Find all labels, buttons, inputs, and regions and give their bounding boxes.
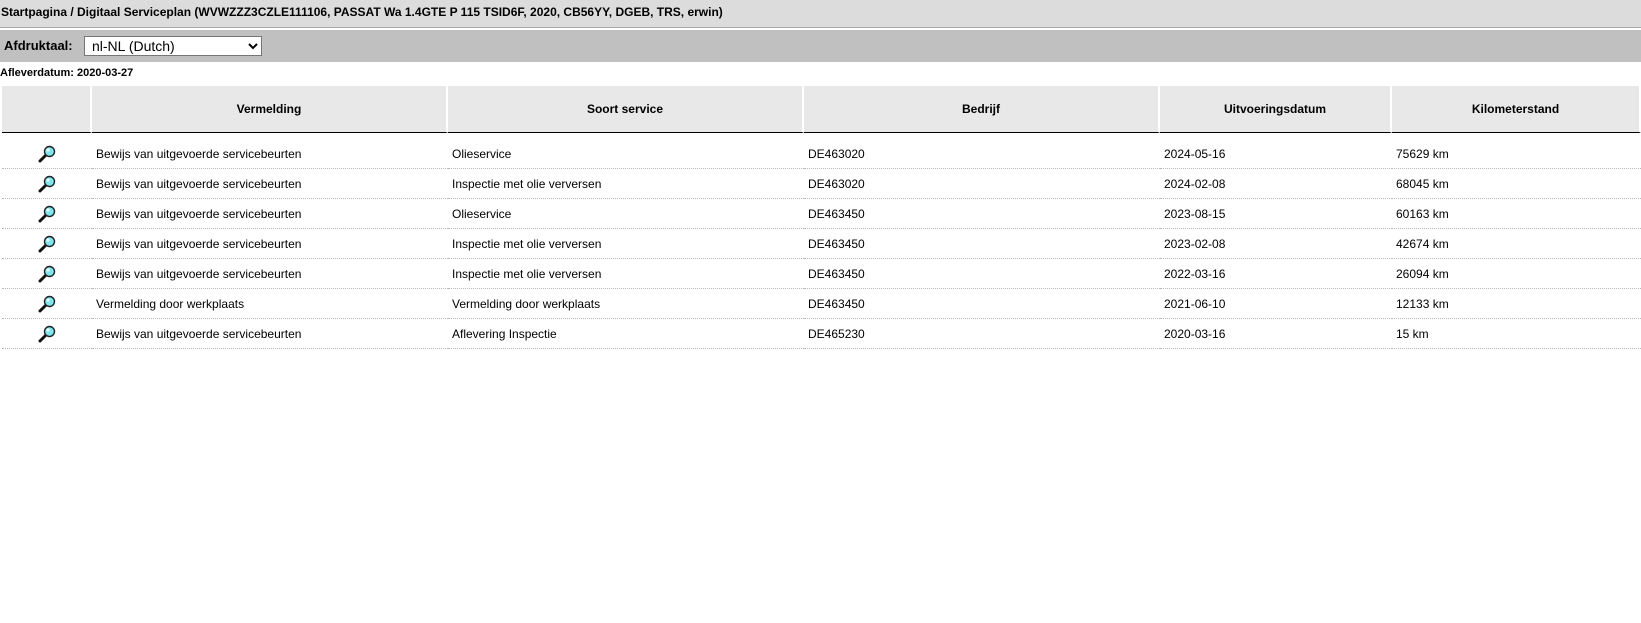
table-header-row: Vermelding Soort service Bedrijf Uitvoer… [2, 86, 1641, 133]
cell-soort-service: Inspectie met olie verversen [448, 169, 804, 199]
cell-bedrijf: DE465230 [804, 319, 1160, 349]
cell-uitvoeringsdatum: 2023-08-15 [1160, 199, 1392, 229]
row-view-cell [2, 169, 92, 199]
cell-bedrijf: DE463450 [804, 259, 1160, 289]
column-header-bedrijf[interactable]: Bedrijf [804, 86, 1160, 133]
cell-vermelding: Bewijs van uitgevoerde servicebeurten [92, 133, 448, 169]
magnifier-icon[interactable] [37, 265, 57, 286]
cell-vermelding: Bewijs van uitgevoerde servicebeurten [92, 319, 448, 349]
cell-kilometerstand: 26094 km [1392, 259, 1641, 289]
cell-soort-service: Inspectie met olie verversen [448, 259, 804, 289]
cell-kilometerstand: 12133 km [1392, 289, 1641, 319]
cell-kilometerstand: 15 km [1392, 319, 1641, 349]
magnifier-icon[interactable] [37, 175, 57, 196]
cell-vermelding: Bewijs van uitgevoerde servicebeurten [92, 259, 448, 289]
magnifier-icon[interactable] [37, 205, 57, 226]
cell-soort-service: Olieservice [448, 199, 804, 229]
cell-kilometerstand: 68045 km [1392, 169, 1641, 199]
cell-uitvoeringsdatum: 2024-05-16 [1160, 133, 1392, 169]
table-row[interactable]: Bewijs van uitgevoerde servicebeurten Oli… [2, 133, 1641, 169]
print-language-label: Afdruktaal: [4, 38, 73, 53]
service-history-table: Vermelding Soort service Bedrijf Uitvoer… [2, 86, 1641, 349]
breadcrumb[interactable]: Startpagina / Digitaal Serviceplan (WVWZ… [1, 5, 723, 19]
cell-bedrijf: DE463020 [804, 169, 1160, 199]
cell-soort-service: Inspectie met olie verversen [448, 229, 804, 259]
cell-bedrijf: DE463450 [804, 229, 1160, 259]
column-header-uitvoeringsdatum[interactable]: Uitvoeringsdatum [1160, 86, 1392, 133]
cell-uitvoeringsdatum: 2021-06-10 [1160, 289, 1392, 319]
row-view-cell [2, 229, 92, 259]
magnifier-icon[interactable] [37, 235, 57, 256]
cell-vermelding: Bewijs van uitgevoerde servicebeurten [92, 169, 448, 199]
cell-bedrijf: DE463450 [804, 289, 1160, 319]
table-row[interactable]: Bewijs van uitgevoerde servicebeurten Ins… [2, 169, 1641, 199]
cell-bedrijf: DE463450 [804, 199, 1160, 229]
cell-uitvoeringsdatum: 2023-02-08 [1160, 229, 1392, 259]
delivery-date: Afleverdatum: 2020-03-27 [0, 67, 134, 79]
row-view-cell [2, 199, 92, 229]
column-header-icon [2, 86, 92, 133]
column-header-soort-service[interactable]: Soort service [448, 86, 804, 133]
cell-uitvoeringsdatum: 2020-03-16 [1160, 319, 1392, 349]
cell-soort-service: Aflevering Inspectie [448, 319, 804, 349]
cell-soort-service: Olieservice [448, 133, 804, 169]
table-row[interactable]: Vermelding door werkplaats Vermelding doo… [2, 289, 1641, 319]
row-view-cell [2, 133, 92, 169]
print-language-select[interactable]: nl-NL (Dutch) [84, 36, 262, 56]
table-row[interactable]: Bewijs van uitgevoerde servicebeurten Afl… [2, 319, 1641, 349]
magnifier-icon[interactable] [37, 325, 57, 346]
row-view-cell [2, 289, 92, 319]
cell-vermelding: Bewijs van uitgevoerde servicebeurten [92, 199, 448, 229]
table-row[interactable]: Bewijs van uitgevoerde servicebeurten Ins… [2, 259, 1641, 289]
row-view-cell [2, 259, 92, 289]
cell-vermelding: Bewijs van uitgevoerde servicebeurten [92, 229, 448, 259]
cell-vermelding: Vermelding door werkplaats [92, 289, 448, 319]
breadcrumb-bar: Startpagina / Digitaal Serviceplan (WVWZ… [0, 0, 1641, 28]
cell-soort-service: Vermelding door werkplaats [448, 289, 804, 319]
cell-kilometerstand: 75629 km [1392, 133, 1641, 169]
table-row[interactable]: Bewijs van uitgevoerde servicebeurten Oli… [2, 199, 1641, 229]
magnifier-icon[interactable] [37, 295, 57, 316]
column-header-vermelding[interactable]: Vermelding [92, 86, 448, 133]
table-row[interactable]: Bewijs van uitgevoerde servicebeurten Ins… [2, 229, 1641, 259]
column-header-kilometerstand[interactable]: Kilometerstand [1392, 86, 1641, 133]
row-view-cell [2, 319, 92, 349]
cell-uitvoeringsdatum: 2024-02-08 [1160, 169, 1392, 199]
cell-uitvoeringsdatum: 2022-03-16 [1160, 259, 1392, 289]
cell-bedrijf: DE463020 [804, 133, 1160, 169]
cell-kilometerstand: 42674 km [1392, 229, 1641, 259]
magnifier-icon[interactable] [37, 145, 57, 166]
cell-kilometerstand: 60163 km [1392, 199, 1641, 229]
